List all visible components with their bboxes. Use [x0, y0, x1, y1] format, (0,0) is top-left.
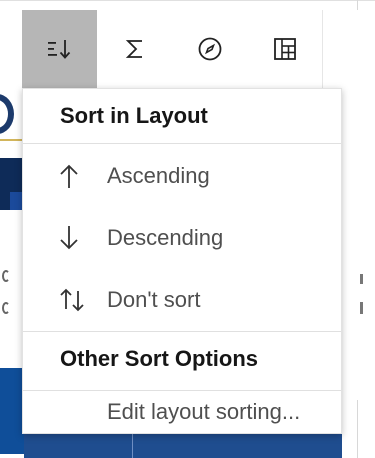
background-logo: [0, 92, 24, 150]
arrow-up-icon: [23, 163, 107, 189]
background-column-edge: [357, 400, 375, 458]
sort-descending-item[interactable]: Descending: [23, 207, 341, 269]
text-glyph-fragment: [360, 274, 363, 284]
sort-menu: Sort in Layout Ascending Descending Don'…: [22, 88, 342, 434]
logo-underline: [0, 139, 24, 141]
sort-in-layout-heading: Sort in Layout: [60, 103, 208, 128]
text-glyph-fragment: [360, 302, 363, 314]
sort-descending-label: Descending: [107, 225, 224, 250]
background-banner: [0, 368, 24, 454]
other-sort-options-heading: Other Sort Options: [60, 346, 258, 371]
explore-button[interactable]: [172, 10, 247, 88]
table-column-divider: [132, 432, 133, 458]
toolbar: [22, 10, 322, 88]
edit-layout-sorting-item[interactable]: Edit layout sorting...: [23, 391, 341, 433]
sort-ascending-label: Ascending: [107, 163, 210, 188]
sort-button[interactable]: [22, 10, 97, 88]
layout-button[interactable]: [247, 10, 322, 88]
text-glyph-fragment: [2, 270, 10, 282]
toolbar-right-area: [322, 10, 375, 88]
table-layout-icon: [273, 37, 297, 61]
background-text-fragment: [344, 262, 375, 322]
dont-sort-item[interactable]: Don't sort: [23, 269, 341, 331]
arrows-up-down-icon: [23, 288, 107, 312]
sort-icon: [47, 38, 73, 60]
edit-layout-sorting-label: Edit layout sorting...: [107, 399, 301, 424]
background-text-fragment: [0, 266, 24, 326]
page-top-border: [0, 0, 375, 1]
text-glyph-fragment: [2, 302, 10, 314]
arrow-down-icon: [23, 225, 107, 251]
summarize-button[interactable]: [97, 10, 172, 88]
sigma-icon: [125, 38, 145, 60]
dont-sort-label: Don't sort: [107, 287, 201, 312]
background-banner: [0, 158, 24, 210]
sort-ascending-item[interactable]: Ascending: [23, 145, 341, 207]
logo-ring-shape: [0, 94, 14, 134]
background-table-header: [24, 432, 342, 458]
menu-divider: [23, 143, 341, 144]
compass-icon: [197, 36, 223, 62]
